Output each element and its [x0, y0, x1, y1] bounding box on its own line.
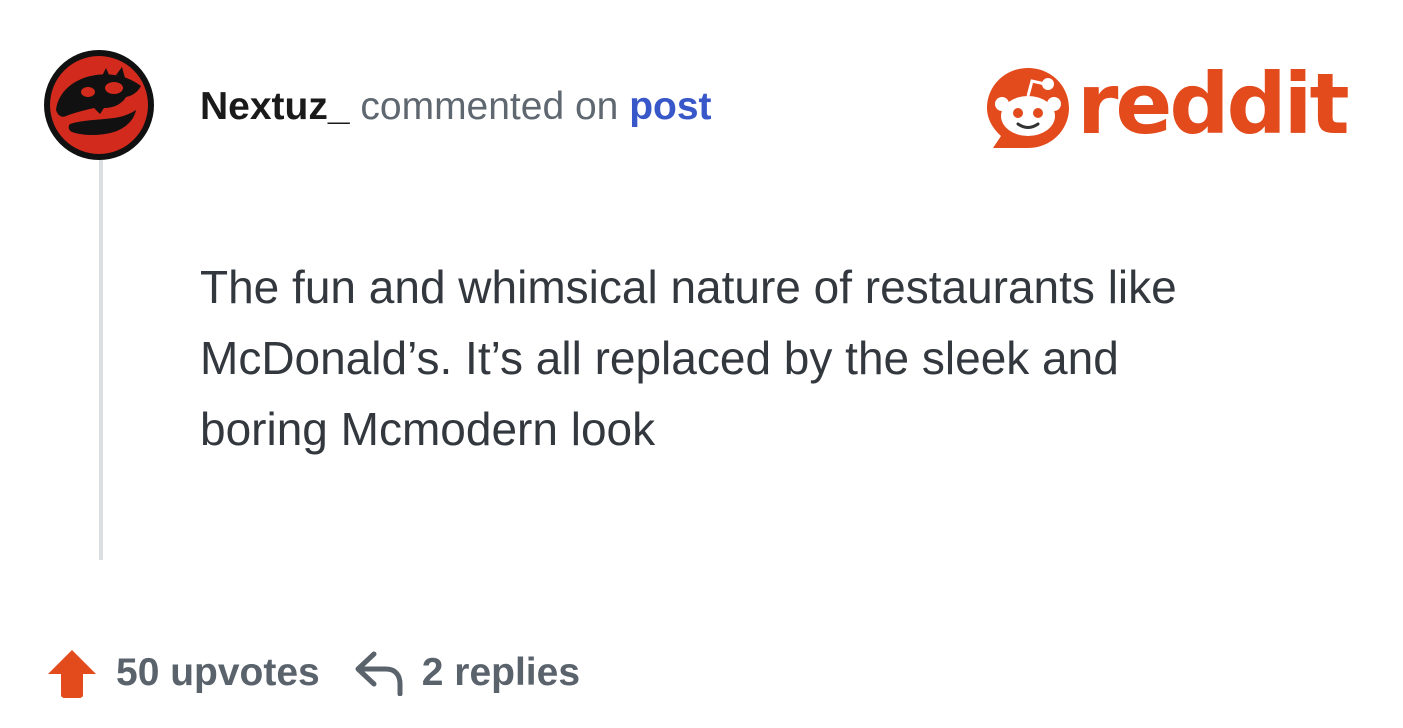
post-link[interactable]: post — [629, 85, 711, 128]
reddit-logo: reddit — [985, 55, 1365, 156]
upvote-arrow-icon[interactable] — [46, 647, 98, 699]
username-link[interactable]: Nextuz_ — [200, 85, 350, 128]
comment-footer: 50 upvotes 2 replies — [46, 642, 580, 704]
reddit-snoo-icon — [987, 68, 1069, 148]
comment-line: boring Mcmodern look — [200, 403, 656, 455]
comment-line: McDonald’s. It’s all replaced by the sle… — [200, 332, 1119, 384]
comment-header: Nextuz_ commented on post — [200, 82, 712, 132]
reply-count[interactable]: 2 replies — [422, 651, 580, 695]
comment-line: The fun and whimsical nature of restaura… — [200, 261, 1177, 313]
upvote-count: 50 upvotes — [116, 651, 320, 694]
comment-body: The fun and whimsical nature of restaura… — [200, 252, 1330, 465]
user-avatar[interactable] — [42, 48, 156, 162]
reddit-wordmark: reddit — [1077, 55, 1350, 153]
thread-line — [99, 160, 103, 560]
action-text: commented on — [360, 85, 619, 128]
reply-arrow-icon[interactable] — [354, 650, 404, 696]
